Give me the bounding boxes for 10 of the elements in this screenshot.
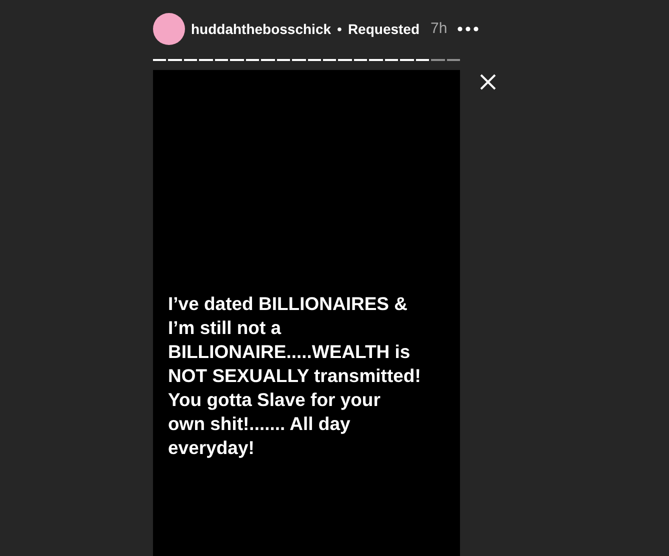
username[interactable]: huddahthebosschick: [191, 18, 332, 40]
more-options-button[interactable]: [457, 26, 480, 32]
separator: •: [337, 20, 342, 38]
close-icon: [480, 74, 496, 90]
more-icon: [457, 26, 480, 32]
close-button[interactable]: [478, 72, 498, 92]
story-text: I’ve dated BILLIONAIRES & I’m still not a BILLIONAIRE.....WEALTH is NOT SEXUALLY transmitted! You gotta Slave for your own shit!....... All day everyday!: [168, 292, 421, 460]
follow-status: Requested: [348, 20, 420, 39]
avatar[interactable]: [153, 13, 185, 45]
post-time: 7h: [430, 18, 448, 39]
